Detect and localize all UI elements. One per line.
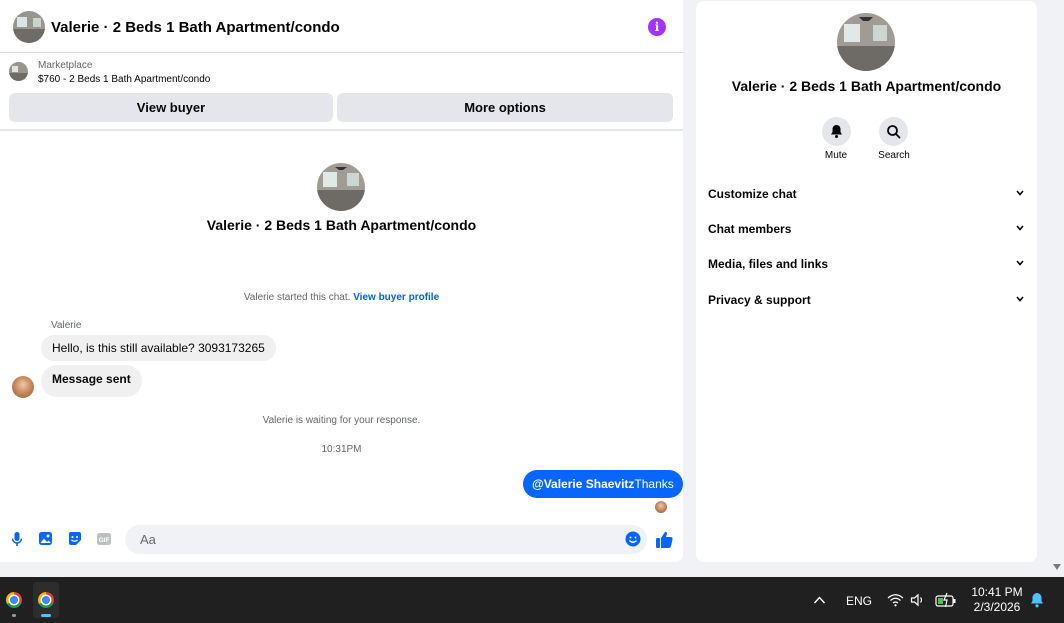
waiting-notice: Valerie is waiting for your response. xyxy=(262,415,421,426)
clock-time: 10:41 PM xyxy=(971,585,1023,599)
sticker-icon[interactable] xyxy=(67,531,83,547)
divider xyxy=(0,129,683,131)
message-timestamp: 10:31PM xyxy=(321,444,362,455)
started-text: Valerie started this chat. xyxy=(243,292,351,303)
chat-info-panel: Valerie · 2 Beds 1 Bath Apartment/condo … xyxy=(696,1,1037,562)
chat-header: Valerie · 2 Beds 1 Bath Apartment/condo … xyxy=(0,0,683,53)
chrome-icon xyxy=(38,592,54,608)
mention[interactable]: @Valerie Shaevitz xyxy=(532,477,634,491)
language-indicator[interactable]: ENG xyxy=(846,594,872,610)
chevron-up-icon[interactable] xyxy=(813,594,826,606)
search-button[interactable] xyxy=(879,117,908,146)
incoming-message[interactable]: Hello, is this still available? 30931732… xyxy=(41,335,276,361)
emoji-icon[interactable] xyxy=(625,531,641,547)
chrome-taskbar-app-active[interactable] xyxy=(33,582,59,618)
thumbs-up-icon[interactable] xyxy=(655,530,674,549)
privacy-support-section[interactable]: Privacy & support xyxy=(708,290,1026,312)
message-input[interactable] xyxy=(125,525,647,554)
section-label: Chat members xyxy=(708,222,792,236)
scroll-down-arrow-icon[interactable] xyxy=(1052,562,1062,572)
customize-chat-section[interactable]: Customize chat xyxy=(708,184,1026,206)
clock-date: 2/3/2026 xyxy=(973,600,1021,614)
outgoing-message[interactable]: @Valerie ShaevitzThanks xyxy=(523,470,683,498)
sender-avatar[interactable] xyxy=(12,376,34,398)
info-icon[interactable]: i xyxy=(648,18,666,36)
chat-members-section[interactable]: Chat members xyxy=(708,219,1026,241)
seen-indicator-avatar xyxy=(655,501,667,513)
chat-panel: Valerie · 2 Beds 1 Bath Apartment/condo … xyxy=(0,0,683,562)
listing-avatar[interactable] xyxy=(13,11,45,43)
chat-started-notice: Valerie started this chat. View buyer pr… xyxy=(0,292,683,303)
microphone-icon[interactable] xyxy=(9,531,25,547)
sender-name: Valerie xyxy=(51,320,82,331)
active-indicator xyxy=(41,614,51,617)
side-panel-title: Valerie · 2 Beds 1 Bath Apartment/condo xyxy=(731,78,1002,94)
search-icon xyxy=(887,125,901,139)
battery-charging-icon[interactable] xyxy=(935,592,957,608)
mute-label: Mute xyxy=(824,150,848,161)
search-label: Search xyxy=(878,150,910,161)
notification-bell-icon[interactable] xyxy=(1030,592,1044,608)
wifi-icon[interactable] xyxy=(887,593,904,607)
conversation-avatar[interactable] xyxy=(317,163,365,211)
chevron-down-icon xyxy=(1016,190,1024,196)
gif-label: GIF xyxy=(99,537,110,544)
marketplace-label: Marketplace xyxy=(38,60,93,71)
chat-title: Valerie · 2 Beds 1 Bath Apartment/condo xyxy=(51,19,340,36)
image-icon[interactable] xyxy=(38,531,54,547)
conversation-title: Valerie · 2 Beds 1 Bath Apartment/condo xyxy=(206,217,477,233)
section-label: Customize chat xyxy=(708,187,797,201)
section-label: Media, files and links xyxy=(708,257,829,271)
chrome-icon xyxy=(6,592,22,608)
section-label: Privacy & support xyxy=(708,293,811,307)
chevron-down-icon xyxy=(1016,260,1024,266)
side-panel-avatar[interactable] xyxy=(837,13,895,71)
chrome-taskbar-app[interactable] xyxy=(1,582,27,618)
media-files-links-section[interactable]: Media, files and links xyxy=(708,254,1026,276)
chevron-down-icon xyxy=(1016,225,1024,231)
gif-icon[interactable]: GIF xyxy=(96,531,112,547)
view-buyer-profile-link[interactable]: View buyer profile xyxy=(353,292,439,303)
outgoing-message-text: Thanks xyxy=(634,477,674,491)
more-options-button[interactable]: More options xyxy=(337,93,673,122)
listing-thumbnail[interactable] xyxy=(9,62,28,81)
taskbar: ENG 10:41 PM 2/3/2026 xyxy=(0,577,1064,623)
system-clock[interactable]: 10:41 PM 2/3/2026 xyxy=(965,585,1029,615)
view-buyer-button[interactable]: View buyer xyxy=(9,93,333,122)
running-indicator xyxy=(12,614,16,617)
mute-button[interactable] xyxy=(822,117,851,146)
listing-price-title[interactable]: $760 - 2 Beds 1 Bath Apartment/condo xyxy=(38,74,210,85)
speaker-icon[interactable] xyxy=(910,593,926,607)
chevron-down-icon xyxy=(1016,296,1024,302)
bell-icon xyxy=(831,125,842,138)
incoming-message[interactable]: Message sent xyxy=(41,365,142,397)
